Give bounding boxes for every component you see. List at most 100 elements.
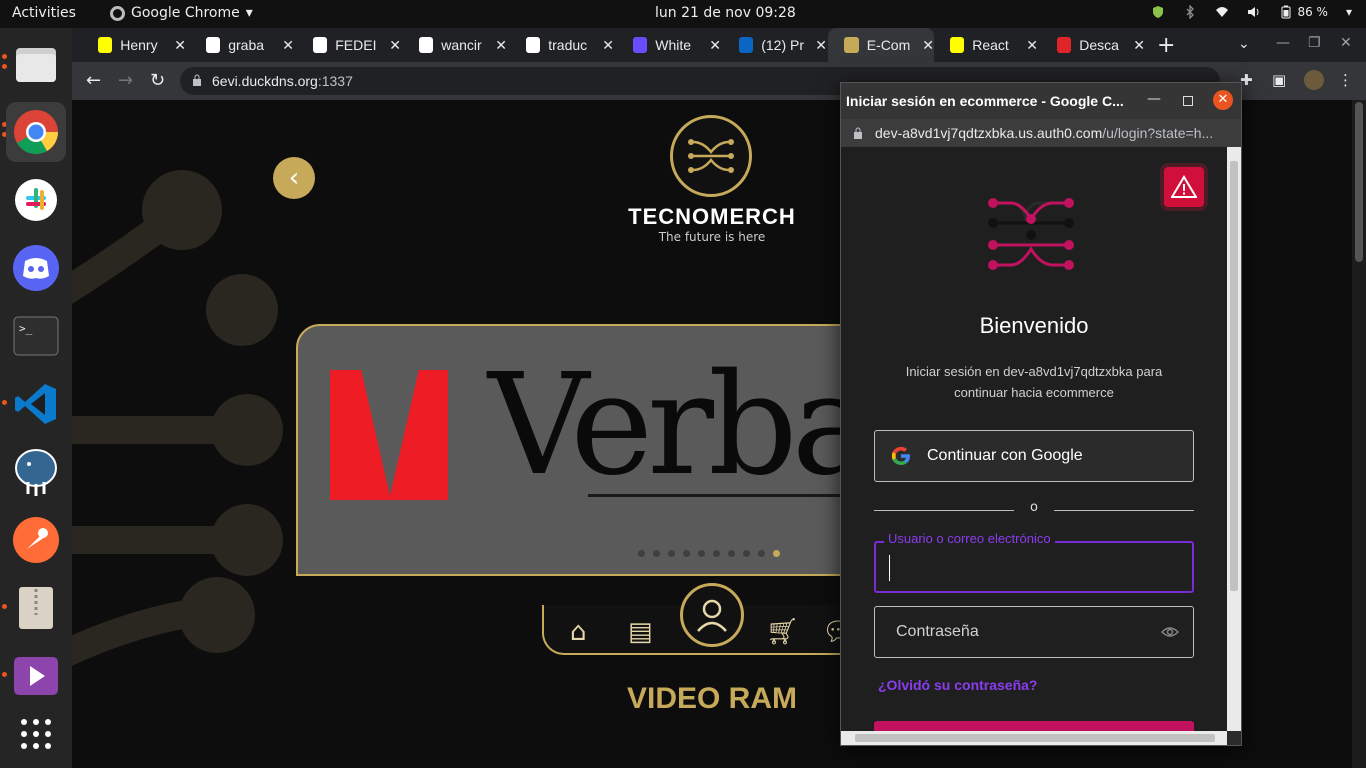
brand-tagline: The future is here xyxy=(658,230,766,244)
carousel-dot[interactable] xyxy=(728,550,735,557)
tab-close-icon[interactable]: ✕ xyxy=(174,37,186,54)
popup-url-host: dev-a8vd1vj7qdtzxbka.us.auth0.com xyxy=(875,125,1103,141)
username-input[interactable] xyxy=(889,555,1179,581)
tab-5[interactable]: traduc ✕ xyxy=(510,28,614,62)
scrollbar-thumb[interactable] xyxy=(855,734,1215,742)
tab-label: Desca xyxy=(1079,37,1119,53)
back-arrow-icon[interactable]: ← xyxy=(86,70,101,91)
tab-close-icon[interactable]: ✕ xyxy=(709,37,721,54)
clock[interactable]: lun 21 de nov 09:28 xyxy=(655,5,796,21)
new-tab-button[interactable]: + xyxy=(1157,33,1175,58)
tab-close-icon[interactable]: ✕ xyxy=(495,37,507,54)
tab-close-icon[interactable]: ✕ xyxy=(815,37,827,54)
google-icon xyxy=(891,446,910,465)
tab-close-icon[interactable]: ✕ xyxy=(602,37,614,54)
tab-favicon-icon xyxy=(313,37,328,53)
tab-favicon-icon xyxy=(526,37,541,53)
popup-maximize-icon[interactable] xyxy=(1183,96,1193,106)
home-icon[interactable]: ⌂ xyxy=(570,617,587,647)
shield-icon xyxy=(1153,6,1164,18)
popup-horizontal-scrollbar[interactable] xyxy=(841,731,1227,745)
warning-button[interactable] xyxy=(1164,167,1204,207)
avatar[interactable] xyxy=(1304,70,1324,90)
tab-10[interactable]: Desca ✕ xyxy=(1041,28,1145,62)
discord-icon[interactable] xyxy=(6,238,66,298)
page-scrollbar[interactable] xyxy=(1352,100,1366,768)
tab-favicon-icon xyxy=(1057,37,1072,53)
tab-6[interactable]: White ✕ xyxy=(617,28,721,62)
tab-close-icon[interactable]: ✕ xyxy=(1026,37,1038,54)
url-port: :1337 xyxy=(317,73,353,89)
forgot-password-link[interactable]: ¿Olvidó su contraseña? xyxy=(878,677,1037,693)
wifi-icon xyxy=(1216,7,1229,17)
postman-icon[interactable] xyxy=(6,510,66,570)
brand-logo[interactable] xyxy=(670,115,752,197)
warning-icon xyxy=(1171,175,1197,198)
profile-button[interactable] xyxy=(680,583,744,647)
catalog-icon[interactable]: ▤ xyxy=(628,617,653,647)
forward-arrow-icon[interactable]: → xyxy=(118,70,133,91)
back-button[interactable]: ‹ xyxy=(273,157,315,199)
tab-9[interactable]: React ✕ xyxy=(934,28,1038,62)
scrollbar-thumb[interactable] xyxy=(1230,161,1238,591)
scrollbar-thumb[interactable] xyxy=(1355,102,1363,262)
carousel-dot[interactable] xyxy=(743,550,750,557)
popup-close-icon[interactable]: ✕ xyxy=(1213,90,1233,110)
carousel-dot[interactable] xyxy=(713,550,720,557)
archive-icon[interactable] xyxy=(6,578,66,638)
svg-text:>_: >_ xyxy=(19,322,33,335)
eye-icon[interactable] xyxy=(1161,625,1179,639)
tab-7[interactable]: (12) Pr ✕ xyxy=(723,28,827,62)
menu-kebab-icon[interactable]: ⋮ xyxy=(1338,71,1353,89)
tab-8[interactable]: E-Com ✕ xyxy=(828,28,934,62)
continue-with-google-button[interactable]: Continuar con Google xyxy=(874,430,1194,482)
app-menu-label: Google Chrome xyxy=(131,5,240,21)
tab-close-icon[interactable]: ✕ xyxy=(922,37,934,54)
side-panel-icon[interactable]: ▣ xyxy=(1272,71,1286,89)
circuit-logo-icon xyxy=(688,139,734,173)
carousel-dot[interactable] xyxy=(668,550,675,557)
terminal-icon[interactable]: >_ xyxy=(6,306,66,366)
tab-search-icon[interactable]: ⌄ xyxy=(1238,36,1250,52)
maximize-icon[interactable]: ❐ xyxy=(1308,35,1321,51)
carousel-dot[interactable] xyxy=(638,550,645,557)
chevron-down-icon: ▾ xyxy=(245,5,253,21)
system-tray[interactable]: 86 % ▾ xyxy=(1151,5,1352,19)
tab-favicon-icon xyxy=(844,37,859,53)
carousel-dot[interactable] xyxy=(683,550,690,557)
tab-2[interactable]: graba ✕ xyxy=(190,28,294,62)
tab-4[interactable]: wancir ✕ xyxy=(403,28,507,62)
carousel-dot[interactable] xyxy=(758,550,765,557)
video-player-icon[interactable] xyxy=(6,646,66,706)
tab-3[interactable]: FEDEI ✕ xyxy=(297,28,401,62)
continue-button[interactable] xyxy=(874,721,1194,731)
postgresql-icon[interactable] xyxy=(6,442,66,502)
welcome-heading: Bienvenido xyxy=(979,313,1089,338)
popup-minimize-icon[interactable]: — xyxy=(1147,91,1161,107)
chrome-icon[interactable] xyxy=(6,102,66,162)
popup-vertical-scrollbar[interactable] xyxy=(1227,147,1241,731)
activities-button[interactable]: Activities xyxy=(12,5,76,21)
tab-1[interactable]: Henry ✕ xyxy=(82,28,186,62)
product-carousel[interactable]: Verba xyxy=(296,324,856,576)
vscode-icon[interactable] xyxy=(6,374,66,434)
brand-name: TECNOMERCH xyxy=(628,204,796,229)
show-apps-icon[interactable] xyxy=(6,704,66,764)
tab-close-icon[interactable]: ✕ xyxy=(282,37,294,54)
tab-close-icon[interactable]: ✕ xyxy=(1133,37,1145,54)
url-host: 6evi.duckdns.org xyxy=(212,73,318,89)
carousel-dot[interactable] xyxy=(698,550,705,557)
tab-close-icon[interactable]: ✕ xyxy=(389,37,401,54)
files-icon[interactable] xyxy=(6,34,66,94)
cart-icon[interactable]: 🛒︎ xyxy=(766,617,799,647)
reload-icon[interactable]: ↻ xyxy=(150,70,165,91)
close-window-icon[interactable]: ✕ xyxy=(1340,35,1352,51)
app-menu[interactable]: Google Chrome ▾ xyxy=(110,5,253,21)
password-input[interactable] xyxy=(896,619,1146,645)
login-popup-window: Iniciar sesión en ecommerce - Google C..… xyxy=(840,82,1242,746)
carousel-dot[interactable] xyxy=(653,550,660,557)
carousel-dot[interactable] xyxy=(773,550,780,557)
slack-icon[interactable] xyxy=(6,170,66,230)
minimize-icon[interactable]: — xyxy=(1276,35,1290,51)
popup-title: Iniciar sesión en ecommerce - Google C..… xyxy=(841,83,1241,119)
